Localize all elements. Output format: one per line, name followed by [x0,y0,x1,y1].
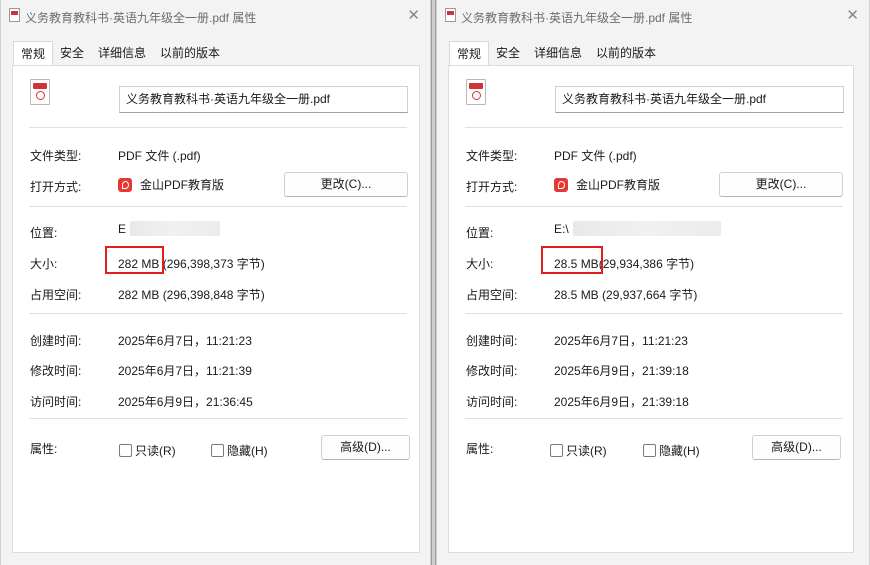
redacted-path [130,221,221,236]
accessed-value: 2025年6月9日，21:39:18 [554,395,689,409]
general-panel: 义务教育教科书·英语九年级全一册.pdf 文件类型: PDF 文件 (.pdf)… [448,65,854,553]
advanced-button[interactable]: 高级(D)... [752,435,841,460]
pdf-file-icon [9,8,20,22]
highlight-box [541,246,603,274]
size-on-disk-value: 28.5 MB (29,937,664 字节) [554,288,698,302]
properties-window-right: 义务教育教科书·英语九年级全一册.pdf 属性 ✕ 常规 安全 详细信息 以前的… [436,0,870,565]
pdf-file-icon [445,8,456,22]
redacted-path [572,221,721,236]
divider [465,127,843,128]
divider [29,418,407,419]
readonly-checkbox[interactable]: 只读(R) [550,442,607,459]
filename-field[interactable]: 义务教育教科书·英语九年级全一册.pdf [119,86,408,113]
readonly-checkbox[interactable]: 只读(R) [119,442,176,459]
opens-with-value: 金山PDF教育版 [554,176,660,193]
created-value: 2025年6月7日，11:21:23 [554,334,688,348]
change-button[interactable]: 更改(C)... [284,172,408,197]
opens-with-label: 打开方式: [466,180,518,194]
created-label: 创建时间: [30,334,82,348]
window-title: 义务教育教科书·英语九年级全一册.pdf 属性 [461,11,693,25]
attributes-label: 属性: [466,442,494,456]
modified-value: 2025年6月7日，11:21:39 [118,364,252,378]
location-text: E:\ [554,222,569,236]
modified-label: 修改时间: [30,364,82,378]
checkbox-box[interactable] [119,444,132,457]
modified-label: 修改时间: [466,364,518,378]
location-value: E [118,221,221,236]
tab-previous-versions[interactable]: 以前的版本 [589,41,663,65]
file-type-value: PDF 文件 (.pdf) [118,149,201,163]
size-label: 大小: [466,257,494,271]
accessed-value: 2025年6月9日，21:36:45 [118,395,253,409]
size-bytes: (296,398,373 字节) [162,257,265,271]
divider [29,206,407,207]
modified-value: 2025年6月9日，21:39:18 [554,364,689,378]
wps-pdf-app-icon [554,178,568,192]
divider [465,206,843,207]
readonly-label: 只读(R) [566,444,607,458]
tab-security[interactable]: 安全 [53,41,91,65]
checkbox-box[interactable] [643,444,656,457]
location-value: E:\ [554,221,721,236]
divider [29,313,407,314]
size-on-disk-label: 占用空间: [466,288,518,302]
hidden-checkbox[interactable]: 隐藏(H) [643,442,700,459]
location-text: E [118,222,127,236]
tab-security[interactable]: 安全 [489,41,527,65]
size-bytes: (29,934,386 字节) [598,257,695,271]
opens-with-label: 打开方式: [30,180,82,194]
change-button[interactable]: 更改(C)... [719,172,843,197]
file-type-label: 文件类型: [466,149,518,163]
divider [465,313,843,314]
created-value: 2025年6月7日，11:21:23 [118,334,252,348]
window-title: 义务教育教科书·英语九年级全一册.pdf 属性 [25,11,257,25]
checkbox-box[interactable] [550,444,563,457]
location-label: 位置: [30,226,58,240]
accessed-label: 访问时间: [30,395,82,409]
size-label: 大小: [30,257,58,271]
tab-strip: 常规 安全 详细信息 以前的版本 [449,41,663,66]
highlight-box [105,246,164,274]
properties-window-left: 义务教育教科书·英语九年级全一册.pdf 属性 ✕ 常规 安全 详细信息 以前的… [0,0,431,565]
pdf-document-icon [30,79,50,105]
hidden-checkbox[interactable]: 隐藏(H) [211,442,268,459]
tab-general[interactable]: 常规 [13,41,54,66]
opens-with-app-name: 金山PDF教育版 [140,178,225,192]
tab-strip: 常规 安全 详细信息 以前的版本 [13,41,227,66]
tab-general[interactable]: 常规 [449,41,490,66]
tab-details[interactable]: 详细信息 [91,41,153,65]
checkbox-box[interactable] [211,444,224,457]
accessed-label: 访问时间: [466,395,518,409]
attributes-label: 属性: [30,442,58,456]
advanced-button[interactable]: 高级(D)... [321,435,410,460]
pdf-document-icon [466,79,486,105]
title-bar: 义务教育教科书·英语九年级全一册.pdf 属性 ✕ [437,0,869,33]
general-panel: 义务教育教科书·英语九年级全一册.pdf 文件类型: PDF 文件 (.pdf)… [12,65,420,553]
tab-previous-versions[interactable]: 以前的版本 [153,41,227,65]
location-label: 位置: [466,226,494,240]
opens-with-value: 金山PDF教育版 [118,176,224,193]
hidden-label: 隐藏(H) [227,444,268,458]
file-type-value: PDF 文件 (.pdf) [554,149,637,163]
opens-with-app-name: 金山PDF教育版 [576,178,661,192]
tab-details[interactable]: 详细信息 [527,41,589,65]
file-type-label: 文件类型: [30,149,82,163]
hidden-label: 隐藏(H) [659,444,700,458]
readonly-label: 只读(R) [135,444,176,458]
wps-pdf-app-icon [118,178,132,192]
created-label: 创建时间: [466,334,518,348]
size-on-disk-value: 282 MB (296,398,848 字节) [118,288,265,302]
divider [29,127,407,128]
filename-field[interactable]: 义务教育教科书·英语九年级全一册.pdf [555,86,844,113]
title-bar: 义务教育教科书·英语九年级全一册.pdf 属性 ✕ [1,0,430,33]
divider [465,418,843,419]
size-on-disk-label: 占用空间: [30,288,82,302]
close-icon[interactable]: ✕ [407,8,420,23]
close-icon[interactable]: ✕ [846,8,859,23]
